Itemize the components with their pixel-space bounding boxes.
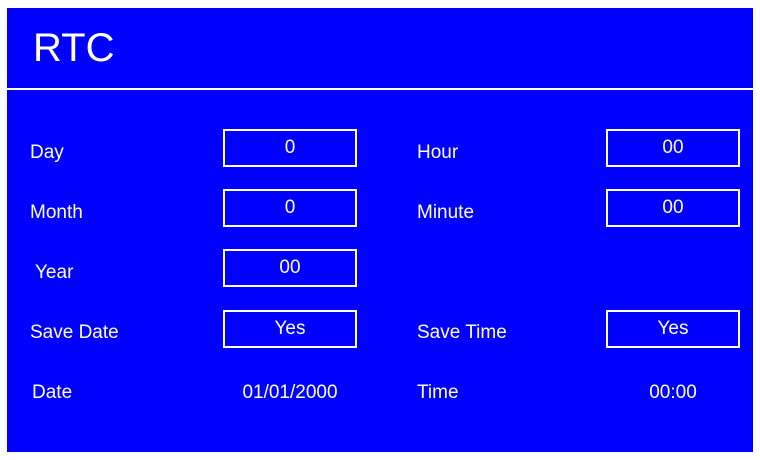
hour-field[interactable]: 00 [606, 129, 740, 167]
save-time-button[interactable]: Yes [606, 310, 740, 348]
minute-label: Minute [417, 202, 475, 223]
month-label: Month [30, 202, 83, 223]
time-label: Time [417, 382, 459, 403]
day-label: Day [30, 142, 64, 163]
page-title: RTC [33, 26, 115, 70]
header-divider [7, 88, 753, 90]
year-label: Year [35, 262, 74, 283]
year-field[interactable]: 00 [223, 249, 357, 287]
save-date-label: Save Date [30, 322, 119, 343]
save-date-button[interactable]: Yes [223, 310, 357, 348]
hour-label: Hour [417, 142, 459, 163]
date-label: Date [32, 382, 73, 403]
time-readout: 00:00 [649, 382, 697, 403]
date-readout: 01/01/2000 [242, 382, 338, 403]
rtc-screen: RTC Day 0 Hour 00 Month 0 Minute 00 Year… [7, 8, 753, 452]
day-field[interactable]: 0 [223, 129, 357, 167]
save-time-label: Save Time [417, 322, 507, 343]
month-field[interactable]: 0 [223, 189, 357, 227]
title-bar: RTC [7, 8, 753, 88]
minute-field[interactable]: 00 [606, 189, 740, 227]
